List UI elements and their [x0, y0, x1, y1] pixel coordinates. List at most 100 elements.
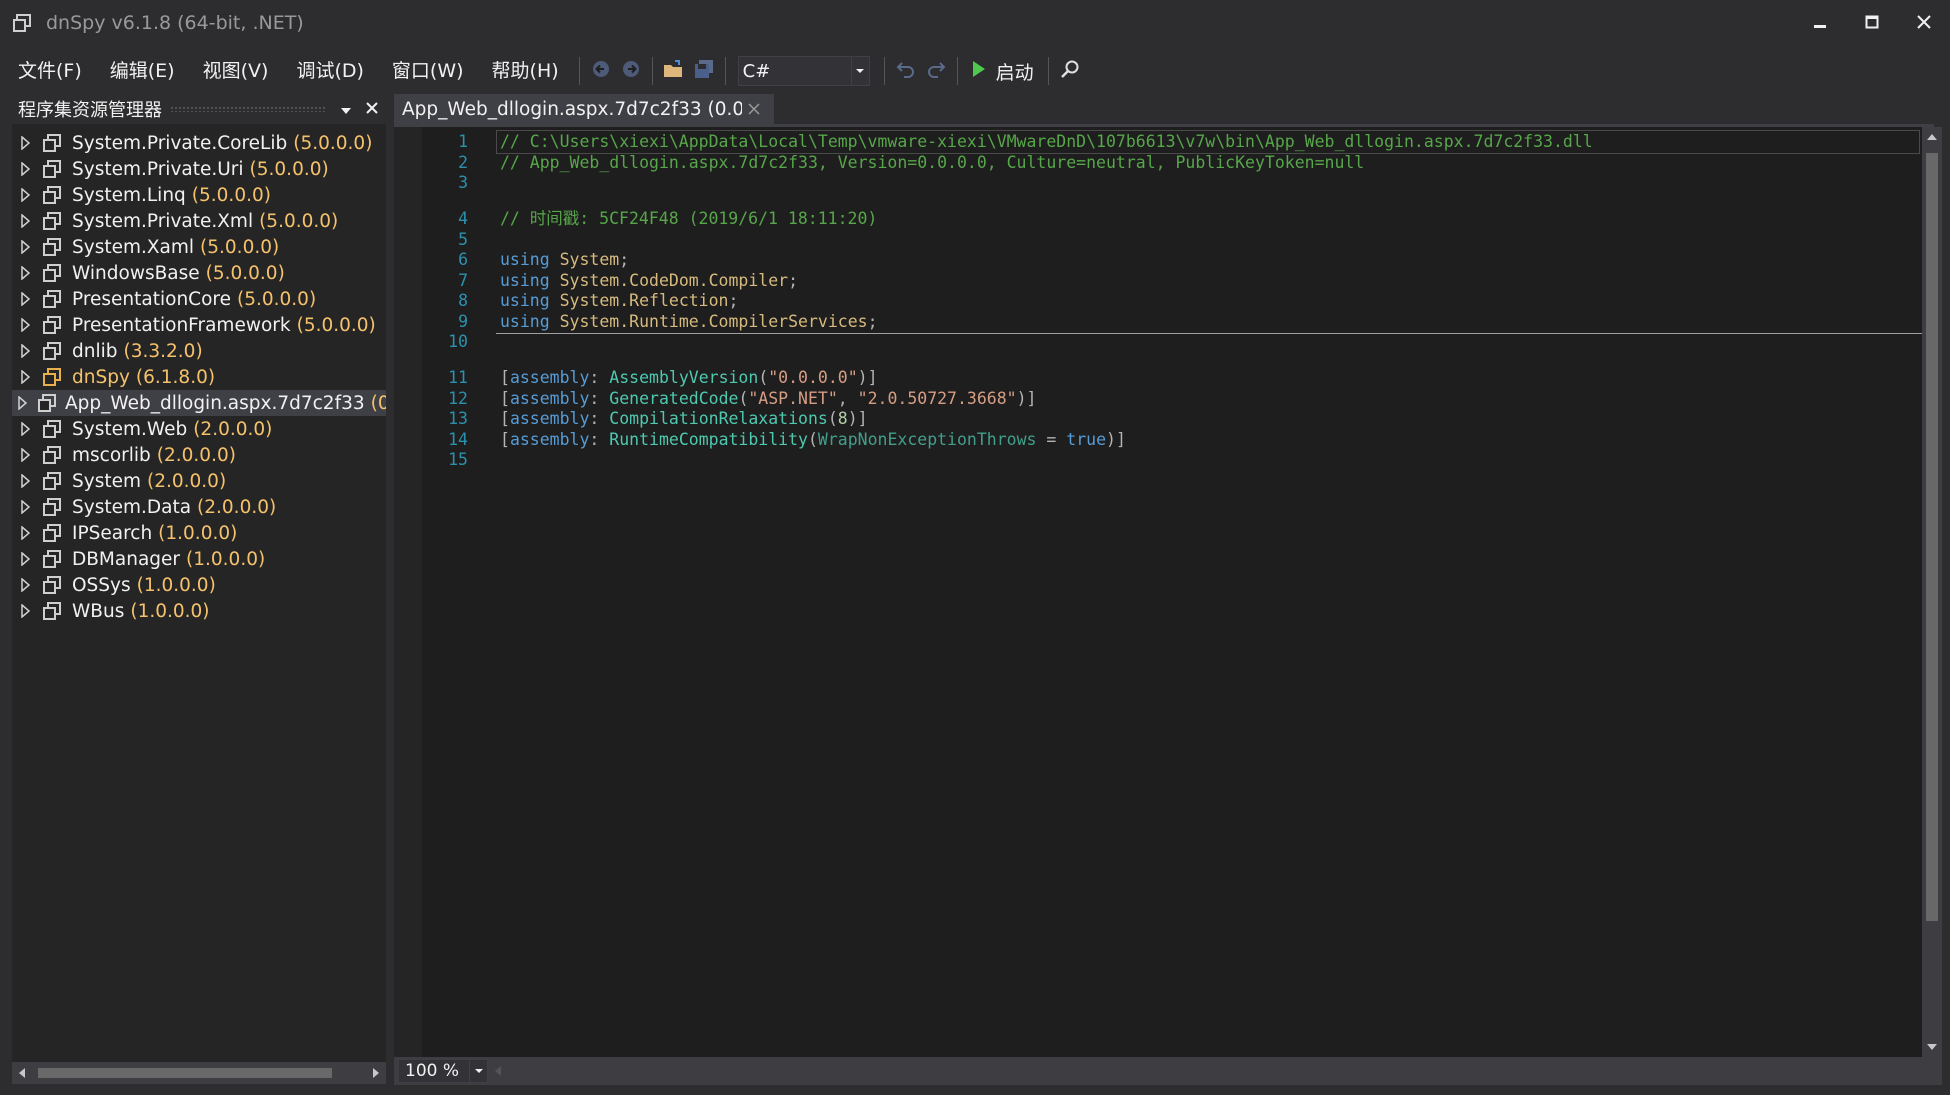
menu-debug[interactable]: 调试(D) — [282, 54, 377, 88]
expand-arrow-icon[interactable] — [18, 318, 32, 332]
tree-item[interactable]: WBus (1.0.0.0) — [12, 598, 386, 624]
tree-item[interactable]: System.Linq (5.0.0.0) — [12, 182, 386, 208]
panel-options-button[interactable] — [334, 97, 358, 121]
assembly-name: System.Web — [72, 418, 188, 440]
assembly-name: dnSpy — [72, 366, 130, 388]
scroll-up-icon[interactable] — [1922, 127, 1942, 147]
tree-item[interactable]: dnlib (3.3.2.0) — [12, 338, 386, 364]
expand-arrow-icon[interactable] — [18, 136, 32, 150]
expand-arrow-icon[interactable] — [18, 448, 32, 462]
scroll-left-icon[interactable] — [12, 1062, 32, 1084]
menu-file[interactable]: 文件(F) — [0, 54, 96, 88]
panel-close-button[interactable] — [360, 97, 384, 121]
assembly-explorer-panel: 程序集资源管理器 System.Private.CoreLib (5.0.0.0)… — [12, 94, 386, 1084]
scrollbar-thumb[interactable] — [38, 1068, 332, 1078]
editor-bottom-bar: 100 % — [394, 1057, 1942, 1085]
explorer-horizontal-scrollbar[interactable] — [12, 1062, 386, 1084]
tree-item[interactable]: OSSys (1.0.0.0) — [12, 572, 386, 598]
menu-help[interactable]: 帮助(H) — [478, 54, 573, 88]
tree-item[interactable]: DBManager (1.0.0.0) — [12, 546, 386, 572]
expand-arrow-icon[interactable] — [18, 292, 32, 306]
expand-arrow-icon[interactable] — [18, 474, 32, 488]
maximize-button[interactable] — [1846, 0, 1898, 46]
play-icon — [972, 60, 986, 82]
expand-arrow-icon[interactable] — [18, 526, 32, 540]
expand-arrow-icon[interactable] — [18, 188, 32, 202]
code-token: )] — [847, 409, 868, 428]
start-button[interactable]: 启动 — [964, 54, 1042, 88]
assembly-version: (5.0.0.0) — [200, 236, 280, 258]
assembly-version: (5.0.0.0) — [259, 210, 339, 232]
code-token: assembly — [509, 409, 590, 428]
scrollbar-thumb[interactable] — [1926, 153, 1938, 921]
assembly-version: (1.0.0.0) — [130, 600, 210, 622]
expand-arrow-icon[interactable] — [18, 500, 32, 514]
zoom-select[interactable]: 100 % — [398, 1059, 488, 1083]
back-button[interactable] — [586, 54, 616, 88]
menu-window[interactable]: 窗口(W) — [378, 54, 478, 88]
scroll-left-icon[interactable] — [488, 1059, 508, 1083]
undo-icon — [896, 59, 916, 83]
tree-item[interactable]: System.Xaml (5.0.0.0) — [12, 234, 386, 260]
expand-arrow-icon[interactable] — [18, 396, 27, 410]
expand-arrow-icon[interactable] — [18, 240, 32, 254]
menu-edit[interactable]: 编辑(E) — [96, 54, 189, 88]
expand-arrow-icon[interactable] — [18, 422, 32, 436]
close-window-button[interactable] — [1898, 0, 1950, 46]
editor-gutter — [394, 127, 422, 1057]
tree-item[interactable]: dnSpy (6.1.8.0) — [12, 364, 386, 390]
tree-item[interactable]: System.Private.CoreLib (5.0.0.0) — [12, 130, 386, 156]
tree-item[interactable]: System.Data (2.0.0.0) — [12, 494, 386, 520]
panel-grip[interactable] — [170, 106, 326, 112]
assembly-tree[interactable]: System.Private.CoreLib (5.0.0.0) System.Pr… — [12, 130, 386, 1050]
tree-item[interactable]: PresentationCore (5.0.0.0) — [12, 286, 386, 312]
tree-item[interactable]: mscorlib (2.0.0.0) — [12, 442, 386, 468]
expand-arrow-icon[interactable] — [18, 370, 32, 384]
assembly-icon — [42, 288, 64, 310]
expand-arrow-icon[interactable] — [18, 266, 32, 280]
expand-arrow-icon[interactable] — [18, 578, 32, 592]
code-area[interactable]: 1// C:\Users\xiexi\AppData\Local\Temp\vm… — [422, 127, 1922, 1057]
editor-vertical-scrollbar[interactable] — [1922, 127, 1942, 1057]
language-select[interactable]: C# — [737, 56, 870, 86]
tree-item[interactable]: App_Web_dllogin.aspx.7d7c2f33 (0.0 — [12, 390, 386, 416]
assembly-icon — [42, 236, 64, 258]
expand-arrow-icon[interactable] — [18, 604, 32, 618]
tree-item[interactable]: System (2.0.0.0) — [12, 468, 386, 494]
tree-item[interactable]: System.Private.Uri (5.0.0.0) — [12, 156, 386, 182]
assembly-version: (5.0.0.0) — [191, 184, 271, 206]
minimize-button[interactable] — [1794, 0, 1846, 46]
tree-item[interactable]: System.Web (2.0.0.0) — [12, 416, 386, 442]
redo-button[interactable] — [921, 54, 951, 88]
expand-arrow-icon[interactable] — [18, 162, 32, 176]
language-value: C# — [742, 60, 771, 82]
tree-item[interactable]: WindowsBase (5.0.0.0) — [12, 260, 386, 286]
assembly-version: (1.0.0.0) — [186, 548, 266, 570]
code-editor[interactable]: 1// C:\Users\xiexi\AppData\Local\Temp\vm… — [394, 127, 1922, 1057]
open-button[interactable] — [659, 54, 689, 88]
assembly-icon — [42, 210, 64, 232]
tree-item[interactable]: PresentationFramework (5.0.0.0) — [12, 312, 386, 338]
assembly-name: OSSys — [72, 574, 131, 596]
scroll-right-icon[interactable] — [366, 1062, 386, 1084]
expand-arrow-icon[interactable] — [18, 344, 32, 358]
save-all-button[interactable] — [689, 54, 719, 88]
undo-button[interactable] — [891, 54, 921, 88]
assembly-name: App_Web_dllogin.aspx.7d7c2f33 — [65, 392, 365, 414]
forward-button[interactable] — [616, 54, 646, 88]
expand-arrow-icon[interactable] — [18, 552, 32, 566]
code-line: 10 — [422, 330, 1922, 354]
tree-item[interactable]: IPSearch (1.0.0.0) — [12, 520, 386, 546]
tab-close-button[interactable] — [742, 97, 766, 121]
document-tab[interactable]: App_Web_dllogin.aspx.7d7c2f33 (0.0.... — [394, 94, 774, 124]
scroll-down-icon[interactable] — [1922, 1037, 1942, 1057]
code-token: GeneratedCode — [609, 388, 739, 408]
search-button[interactable] — [1055, 54, 1085, 88]
code-token: using — [500, 250, 550, 269]
assembly-icon — [42, 314, 64, 336]
expand-arrow-icon[interactable] — [18, 214, 32, 228]
menu-view[interactable]: 视图(V) — [189, 54, 283, 88]
tree-item[interactable]: System.Private.Xml (5.0.0.0) — [12, 208, 386, 234]
code-token: assembly — [509, 429, 590, 449]
code-token: CompilationRelaxations — [609, 409, 828, 428]
